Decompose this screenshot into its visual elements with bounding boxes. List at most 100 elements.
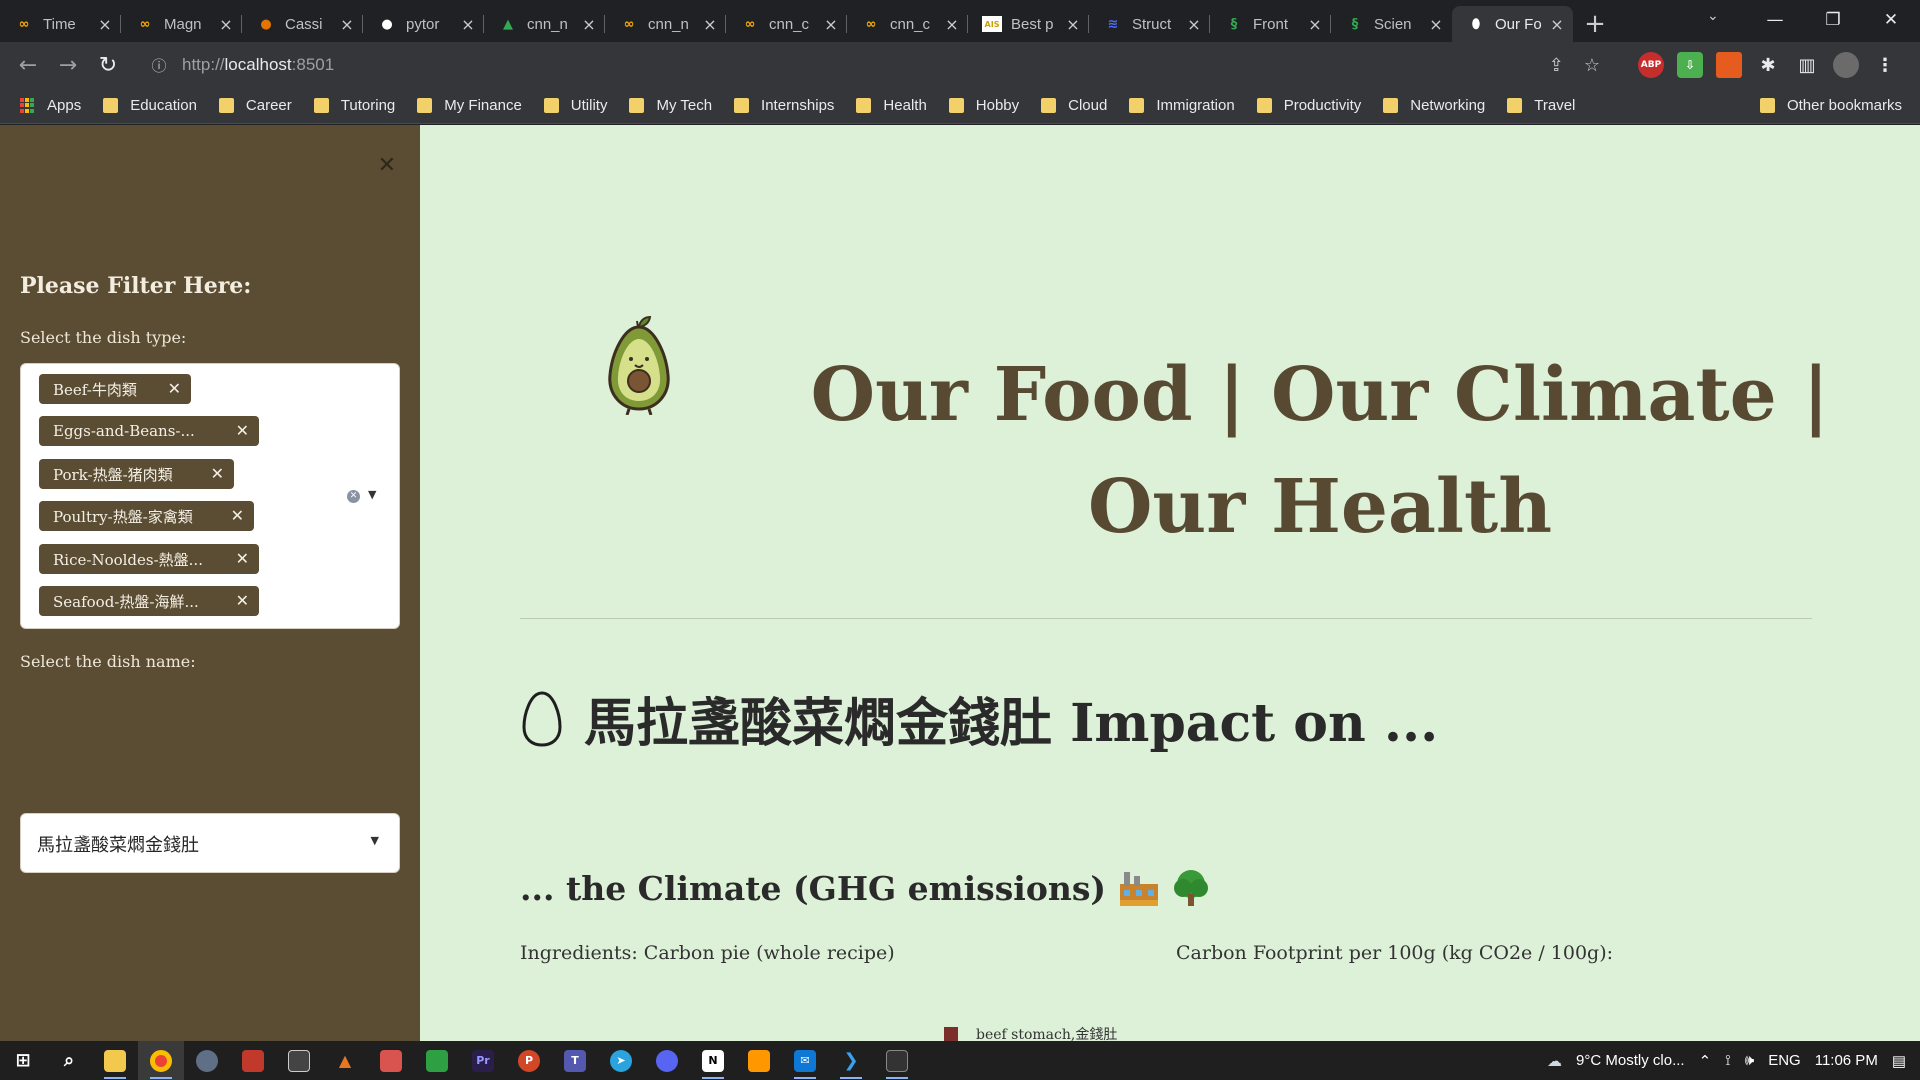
telegram-icon[interactable]: ➤ <box>598 1041 644 1080</box>
app-icon[interactable] <box>368 1041 414 1080</box>
bookmark-folder[interactable]: Networking <box>1383 97 1485 114</box>
tab-struct[interactable]: ≋ Struct × <box>1089 6 1210 42</box>
clear-all-icon[interactable]: ✕ <box>347 490 360 503</box>
tab-frontiers[interactable]: § Front × <box>1210 6 1331 42</box>
address-bar[interactable]: ⓘ http://localhost:8501 ⇪ ☆ <box>134 47 1614 83</box>
powerpoint-icon[interactable]: P <box>506 1041 552 1080</box>
close-icon[interactable]: × <box>702 15 718 34</box>
bookmark-folder[interactable]: Cloud <box>1041 97 1107 114</box>
orange-extension-icon[interactable] <box>1716 52 1742 78</box>
site-info-icon[interactable]: ⓘ <box>144 55 174 76</box>
bookmark-folder[interactable]: Productivity <box>1256 97 1361 114</box>
close-icon[interactable]: × <box>1549 15 1565 34</box>
mail-icon[interactable]: ✉ <box>782 1041 828 1080</box>
extensions-puzzle-icon[interactable]: ✱ <box>1755 52 1781 78</box>
premiere-icon[interactable]: Pr <box>460 1041 506 1080</box>
notifications-icon[interactable]: ▤ <box>1892 1052 1906 1070</box>
dish-name-value[interactable]: 馬拉盞酸菜燜金錢肚 <box>37 831 199 857</box>
reload-button[interactable]: ↻ <box>88 53 128 78</box>
bookmark-folder[interactable]: Career <box>218 97 292 114</box>
bookmark-folder[interactable]: Immigration <box>1129 97 1235 114</box>
close-icon[interactable]: × <box>1307 15 1323 34</box>
url-text[interactable]: http://localhost:8501 <box>182 55 334 75</box>
tab-cassini[interactable]: ● Cassi × <box>242 6 363 42</box>
language-indicator[interactable]: ENG <box>1768 1052 1801 1069</box>
vscode-icon[interactable]: ❯ <box>828 1041 874 1080</box>
tab-pytorch[interactable]: ● pytor × <box>363 6 484 42</box>
close-window-button[interactable]: ✕ <box>1862 0 1920 40</box>
close-icon[interactable]: × <box>1065 15 1081 34</box>
weather-text[interactable]: 9°C Mostly clo... <box>1576 1052 1685 1069</box>
network-icon[interactable]: ⟟ <box>1725 1052 1731 1069</box>
chevron-down-icon[interactable]: ▼ <box>371 834 379 847</box>
close-icon[interactable]: × <box>1186 15 1202 34</box>
close-icon[interactable]: × <box>1428 15 1444 34</box>
terminal-icon[interactable] <box>874 1041 920 1080</box>
bookmark-folder[interactable]: Travel <box>1507 97 1575 114</box>
discord-icon[interactable] <box>644 1041 690 1080</box>
tab-cnn-1[interactable]: ∞ cnn_n × <box>605 6 726 42</box>
adblock-icon[interactable]: ABP <box>1638 52 1664 78</box>
close-icon[interactable]: × <box>944 15 960 34</box>
close-icon[interactable]: ✕ <box>236 549 249 568</box>
clock-time[interactable]: 11:06 PM <box>1815 1052 1878 1069</box>
close-icon[interactable]: × <box>823 15 839 34</box>
app-icon[interactable] <box>414 1041 460 1080</box>
chevron-up-icon[interactable]: ⌃ <box>1699 1052 1712 1070</box>
app-icon[interactable] <box>276 1041 322 1080</box>
side-panel-icon[interactable]: ▥ <box>1794 52 1820 78</box>
bookmark-folder[interactable]: Utility <box>543 97 607 114</box>
restore-button[interactable]: ❐ <box>1804 0 1862 40</box>
close-icon[interactable]: ✕ <box>168 379 181 398</box>
close-icon[interactable]: ✕ <box>231 506 244 525</box>
volume-icon[interactable]: 🕪 <box>1745 1052 1754 1069</box>
tab-time[interactable]: ∞ Time × <box>0 6 121 42</box>
dish-name-select[interactable]: 馬拉盞酸菜燜金錢肚 ▼ <box>20 813 400 873</box>
close-icon[interactable]: ✕ <box>378 153 396 178</box>
dish-type-multiselect[interactable]: Beef-牛肉類 ✕ Eggs-and-Beans-... ✕ Pork-热盤-猪肉… <box>20 363 400 629</box>
download-extension-icon[interactable]: ⇩ <box>1677 52 1703 78</box>
bookmark-folder[interactable]: Education <box>103 97 197 114</box>
close-icon[interactable]: ✕ <box>236 421 249 440</box>
chevron-down-icon[interactable]: ▼ <box>368 488 376 501</box>
close-icon[interactable]: ✕ <box>211 464 224 483</box>
bookmark-folder[interactable]: Internships <box>734 97 834 114</box>
teams-icon[interactable]: T <box>552 1041 598 1080</box>
chrome-menu-icon[interactable]: ⋮ <box>1872 52 1898 78</box>
app-icon[interactable] <box>230 1041 276 1080</box>
forward-button[interactable]: → <box>48 53 88 78</box>
close-icon[interactable]: × <box>460 15 476 34</box>
app-icon[interactable] <box>184 1041 230 1080</box>
notion-icon[interactable]: N <box>690 1041 736 1080</box>
sublime-icon[interactable] <box>736 1041 782 1080</box>
bookmark-folder[interactable]: Tutoring <box>313 97 395 114</box>
bookmark-folder[interactable]: Hobby <box>948 97 1019 114</box>
close-icon[interactable]: × <box>97 15 113 34</box>
close-icon[interactable]: × <box>218 15 234 34</box>
tab-cnn-2[interactable]: ∞ cnn_c × <box>726 6 847 42</box>
close-icon[interactable]: × <box>581 15 597 34</box>
matlab-icon[interactable]: ▲ <box>322 1041 368 1080</box>
tab-search-icon[interactable]: ⌄ <box>1707 8 1719 24</box>
tab-best[interactable]: AIS Best p × <box>968 6 1089 42</box>
other-bookmarks[interactable]: Other bookmarks <box>1759 97 1902 114</box>
windows-start-icon[interactable]: ⊞ <box>0 1041 46 1080</box>
close-icon[interactable]: × <box>339 15 355 34</box>
profile-avatar[interactable] <box>1833 52 1859 78</box>
bookmark-star-icon[interactable]: ☆ <box>1584 55 1600 76</box>
chrome-icon[interactable] <box>138 1041 184 1080</box>
bookmark-apps[interactable]: Apps <box>20 97 81 114</box>
tab-drive[interactable]: ▲ cnn_n × <box>484 6 605 42</box>
back-button[interactable]: ← <box>8 53 48 78</box>
minimize-button[interactable]: — <box>1746 0 1804 40</box>
share-icon[interactable]: ⇪ <box>1549 55 1564 76</box>
bookmark-folder[interactable]: Health <box>856 97 927 114</box>
tab-cnn-3[interactable]: ∞ cnn_c × <box>847 6 968 42</box>
weather-icon[interactable]: ☁ <box>1547 1052 1562 1070</box>
new-tab-button[interactable]: + <box>1577 6 1613 42</box>
tab-magn[interactable]: ∞ Magn × <box>121 6 242 42</box>
search-icon[interactable]: ⌕ <box>46 1041 92 1080</box>
file-explorer-icon[interactable] <box>92 1041 138 1080</box>
tab-our-food[interactable]: ⬮ Our Fo × <box>1452 6 1573 42</box>
tab-science[interactable]: § Scien × <box>1331 6 1452 42</box>
